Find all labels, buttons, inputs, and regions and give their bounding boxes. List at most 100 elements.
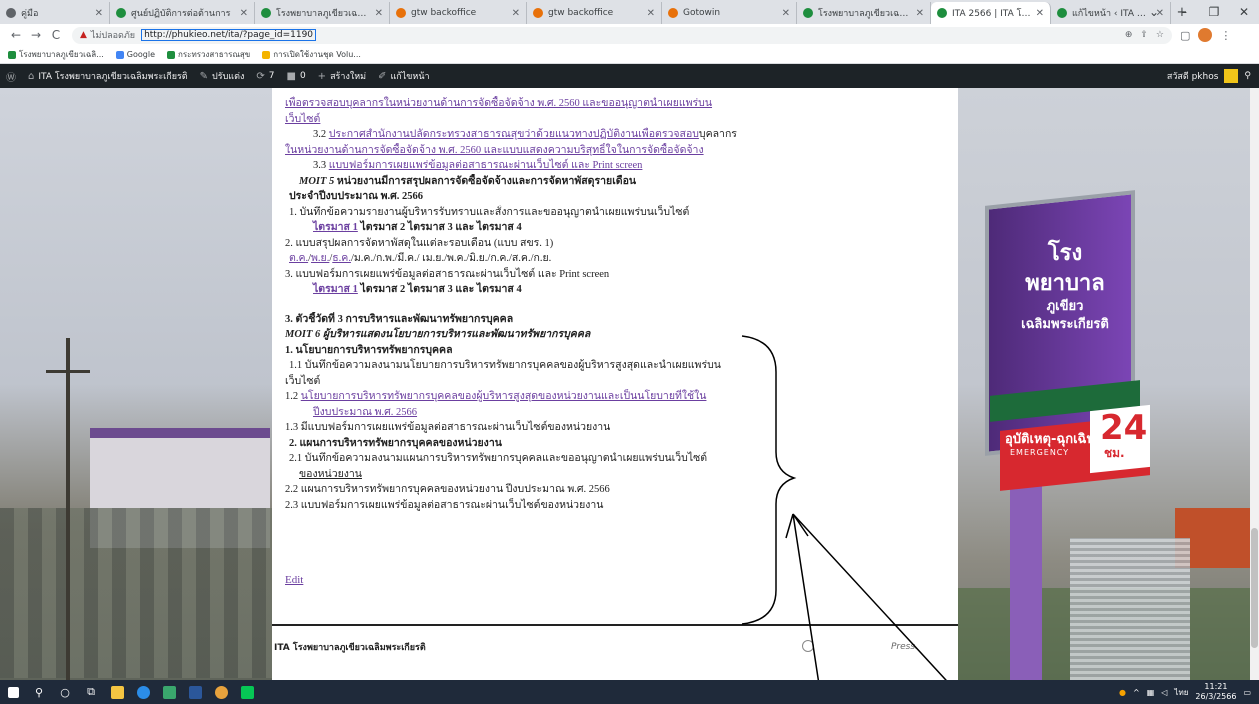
- sidepanel-icon[interactable]: ▢: [1180, 29, 1190, 42]
- footer-powered-by[interactable]: Press.: [802, 640, 918, 652]
- tab-close-icon[interactable]: ✕: [916, 8, 924, 19]
- item-number: 3.3: [313, 160, 329, 171]
- browser-tab[interactable]: ศูนย์ปฏิบัติการต่อต้านการ ✕: [110, 2, 255, 24]
- doc-link[interactable]: แบบฟอร์มการเผยแพร่ข้อมูลต่อสาธารณะผ่านเว…: [329, 160, 643, 171]
- browser-tab[interactable]: โรงพยาบาลภูเขียวเฉลิมพ ✕: [255, 2, 390, 24]
- search-icon[interactable]: ⚲: [1244, 71, 1251, 81]
- plus-icon: +: [317, 70, 327, 82]
- tab-close-icon[interactable]: ✕: [375, 8, 383, 19]
- quarter-list: ไตรมาส 2 ไตรมาส 3 และ ไตรมาส 4: [357, 284, 522, 295]
- admin-customize-link[interactable]: ✎ ปรับแต่ง: [200, 69, 245, 83]
- tab-search-icon[interactable]: ⌄: [1139, 5, 1169, 19]
- tab-close-icon[interactable]: ✕: [782, 8, 790, 19]
- policy-link[interactable]: นโยบายการบริหารทรัพยากรบุคคลของผู้บริหาร…: [301, 391, 707, 402]
- language-indicator[interactable]: ไทย: [1174, 686, 1188, 699]
- browser-tab[interactable]: gtw backoffice ✕: [390, 2, 527, 24]
- quarter-1-link[interactable]: ไตรมาส 1: [313, 222, 358, 233]
- security-label[interactable]: ไม่ปลอดภัย: [91, 28, 135, 42]
- edge-icon[interactable]: [130, 680, 156, 704]
- month-link[interactable]: พ.ย.: [311, 253, 329, 264]
- forward-button[interactable]: →: [26, 28, 46, 42]
- windows-icon: [7, 686, 19, 698]
- admin-account[interactable]: สวัสดี pkhos ⚲: [1167, 69, 1251, 83]
- tray-chevron-icon[interactable]: ^: [1133, 688, 1140, 697]
- url-text[interactable]: http://phukieo.net/ita/?page_id=1190: [141, 29, 317, 41]
- browser-tab[interactable]: Gotowin ✕: [662, 2, 797, 24]
- bookmark-favicon-icon: [8, 50, 16, 59]
- page-content: เพื่อตรวจสอบบุคลากรในหน่วยงานด้านการจัดซ…: [272, 88, 958, 680]
- volume-icon[interactable]: ◁: [1161, 688, 1167, 697]
- month-list: /ม.ค./ก.พ./มี.ค./ เม.ย./พ.ค./มิ.ย./ก.ค./…: [350, 253, 552, 264]
- tab-favicon-icon: [668, 8, 678, 18]
- emergency-sign-thai: อุบัติเหตุ-ฉุกเฉิน: [1005, 432, 1096, 447]
- tab-close-icon[interactable]: ✕: [240, 8, 248, 19]
- share-icon[interactable]: ⇪: [1140, 30, 1148, 40]
- wp-logo-icon[interactable]: Ⓦ: [6, 69, 16, 84]
- admin-updates-link[interactable]: ⟳ 7: [256, 71, 274, 82]
- file-explorer-icon[interactable]: [104, 680, 130, 704]
- indicator-3-heading: 3. ตัวชี้วัดที่ 3 การบริหารและพัฒนาทรัพย…: [285, 313, 514, 325]
- profile-avatar-icon[interactable]: [1198, 28, 1213, 42]
- menu-icon[interactable]: ⋮: [1220, 29, 1231, 42]
- browser-tab-active[interactable]: ITA 2566 | ITA โรงพยาบ✕: [931, 2, 1051, 24]
- doc-link[interactable]: เว็บไซต์: [285, 114, 320, 125]
- month-link[interactable]: ธ.ค.: [332, 253, 351, 264]
- omnibox-icons: ⊕ ⇪ ☆: [1125, 30, 1164, 40]
- taskbar-clock[interactable]: 11:21 26/3/2566: [1195, 682, 1236, 702]
- doc-link[interactable]: เพื่อตรวจสอบบุคลากรในหน่วยงานด้านการจัดซ…: [285, 98, 712, 109]
- start-button[interactable]: [0, 680, 26, 704]
- reload-button[interactable]: C: [46, 28, 66, 42]
- word-icon[interactable]: [182, 680, 208, 704]
- zoom-icon[interactable]: ⊕: [1125, 30, 1133, 40]
- bookmark-item[interactable]: การเปิดใช้งานชุด Volu...: [262, 48, 361, 61]
- bookmark-star-icon[interactable]: ☆: [1156, 30, 1164, 40]
- item-text: 1. บันทึกข้อความรายงานผู้บริหารรับทราบแล…: [289, 206, 690, 218]
- photos-icon[interactable]: [156, 680, 182, 704]
- bookmark-item[interactable]: Google: [115, 50, 155, 59]
- minimize-button[interactable]: –: [1169, 5, 1199, 19]
- page-scrollbar[interactable]: [1250, 88, 1259, 680]
- windows-taskbar: ⚲ ○ ⧉ ● ^ ▦ ◁ ไทย 11:21 26/3/2566 ▭: [0, 680, 1259, 704]
- admin-site-link[interactable]: ⌂ ITA โรงพยาบาลภูเขียวเฉลิมพระเกียรติ: [28, 69, 188, 83]
- admin-new-link[interactable]: + สร้างใหม่: [318, 69, 366, 83]
- tab-close-icon[interactable]: ✕: [647, 8, 655, 19]
- footer-site-title[interactable]: ITA โรงพยาบาลภูเขียวเฉลิมพระเกียรติ: [274, 640, 426, 654]
- edit-link[interactable]: Edit: [285, 574, 303, 586]
- quarter-list: ไตรมาส 2 ไตรมาส 3 และ ไตรมาส 4: [357, 222, 522, 233]
- line-icon[interactable]: [234, 680, 260, 704]
- tab-close-icon[interactable]: ✕: [95, 8, 103, 19]
- doc-link[interactable]: ประกาศสำนักงานปลัดกระทรวงสาธารณสุขว่าด้ว…: [329, 129, 699, 140]
- restore-button[interactable]: ❐: [1199, 5, 1229, 19]
- back-button[interactable]: ←: [6, 28, 26, 42]
- google-icon: [115, 50, 124, 59]
- dashboard-icon: ⌂: [28, 70, 35, 82]
- warning-icon[interactable]: ▲: [80, 30, 87, 40]
- browser-tab[interactable]: โรงพยาบาลภูเขียวเฉลิมพ ✕: [797, 2, 931, 24]
- item-text: เว็บไซต์: [285, 375, 321, 387]
- tab-close-icon[interactable]: ✕: [512, 8, 520, 19]
- admin-comments-link[interactable]: ■ 0: [286, 71, 305, 82]
- policy-link[interactable]: ปีงบประมาณ พ.ศ. 2566: [313, 407, 417, 418]
- close-window-button[interactable]: ✕: [1229, 5, 1259, 19]
- bookmark-item[interactable]: โรงพยาบาลภูเขียวเฉลิ...: [8, 48, 104, 61]
- tab-close-icon[interactable]: ✕: [1036, 8, 1044, 19]
- task-view-icon[interactable]: ⧉: [78, 680, 104, 704]
- browser-tab[interactable]: gtw backoffice ✕: [527, 2, 662, 24]
- month-link[interactable]: ต.ค.: [289, 253, 308, 264]
- admin-edit-page-link[interactable]: ✐ แก้ไขหน้า: [378, 69, 429, 83]
- article-body: เพื่อตรวจสอบบุคลากรในหน่วยงานด้านการจัดซ…: [285, 96, 765, 513]
- address-bar[interactable]: ▲ ไม่ปลอดภัย http://phukieo.net/ita/?pag…: [72, 26, 1172, 44]
- notification-dot-icon[interactable]: ●: [1119, 688, 1126, 697]
- bookmark-item[interactable]: กระทรวงสาธารณสุข: [167, 48, 250, 61]
- doc-link[interactable]: ในหน่วยงานด้านการจัดซื้อจัดจ้าง พ.ศ. 256…: [285, 145, 704, 156]
- quarter-1-link[interactable]: ไตรมาส 1: [313, 284, 358, 295]
- network-icon[interactable]: ▦: [1147, 688, 1155, 697]
- utility-pole: [66, 338, 70, 680]
- scrollbar-thumb[interactable]: [1251, 528, 1258, 648]
- item-text: 3. แบบฟอร์มการเผยแพร่ข้อมูลต่อสาธารณะผ่า…: [285, 268, 610, 280]
- search-icon[interactable]: ⚲: [26, 680, 52, 704]
- notifications-icon[interactable]: ▭: [1243, 688, 1251, 697]
- chrome-icon[interactable]: [208, 680, 234, 704]
- cortana-icon[interactable]: ○: [52, 680, 78, 704]
- browser-tab[interactable]: คู่มือ ✕: [0, 2, 110, 24]
